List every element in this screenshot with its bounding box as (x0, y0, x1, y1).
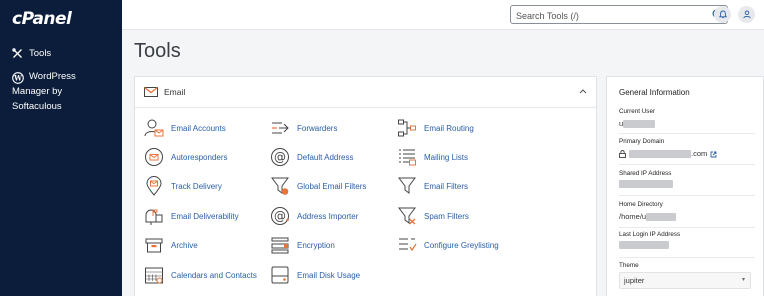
tool-label: Email Accounts (171, 123, 226, 133)
calendars-icon (145, 267, 163, 284)
forwarders-icon (272, 122, 289, 134)
top-bar (122, 0, 764, 30)
global-filters-icon (271, 177, 289, 195)
tool-spam-filters[interactable]: Spam Filters (396, 205, 469, 227)
tool-label: Calendars and Contacts (171, 270, 257, 280)
deliverability-icon (145, 209, 163, 225)
search-input[interactable] (511, 7, 701, 25)
email-section-header[interactable]: Email (135, 77, 596, 108)
email-routing-icon (398, 119, 416, 137)
tool-email-filters[interactable]: Email Filters (396, 175, 468, 197)
user-icon (742, 10, 751, 19)
tool-default-address[interactable]: @ Default Address (269, 146, 353, 168)
chevron-up-icon[interactable] (579, 88, 587, 94)
mailing-lists-icon (399, 149, 416, 166)
cpanel-logo[interactable]: cPanel (12, 9, 72, 29)
sidebar-item-label: Tools (29, 48, 52, 59)
tool-label: Configure Greylisting (424, 240, 499, 250)
tool-global-email-filters[interactable]: Global Email Filters (269, 175, 366, 197)
tool-label: Default Address (297, 152, 354, 162)
tool-calendars-and-contacts[interactable]: Calendars and Contacts (143, 264, 257, 286)
encryption-icon (271, 237, 289, 254)
tool-label: Mailing Lists (424, 152, 469, 162)
tool-label: Address Importer (297, 211, 359, 221)
tool-autoresponders[interactable]: Autoresponders (143, 146, 227, 168)
home-directory-value: /home/u (619, 211, 755, 223)
tool-label: Track Delivery (171, 181, 222, 191)
greylisting-icon (399, 238, 417, 252)
svg-text:@: @ (274, 150, 286, 164)
track-delivery-icon (146, 176, 162, 196)
tool-forwarders[interactable]: Forwarders (269, 117, 337, 139)
last-login-row: Last Login IP Address (619, 230, 755, 258)
lock-icon (619, 150, 626, 158)
last-login-value (619, 241, 755, 249)
tool-label: Forwarders (297, 123, 338, 133)
sidebar-item-tools[interactable]: Tools (12, 46, 51, 61)
notifications-button[interactable] (714, 6, 731, 23)
shared-ip-value (619, 180, 755, 188)
home-directory-row: Home Directory /home/u (619, 200, 755, 228)
theme-select[interactable]: jupiter ▾ (619, 272, 751, 289)
default-address-icon: @ (271, 148, 289, 166)
email-section: Email Email Accounts Autoresponders Trac… (134, 76, 597, 296)
tool-encryption[interactable]: Encryption (269, 234, 335, 256)
email-section-title: Email (164, 87, 186, 97)
tool-label: Encryption (297, 240, 335, 250)
user-menu-button[interactable] (738, 6, 755, 23)
tool-mailing-lists[interactable]: Mailing Lists (396, 146, 468, 168)
tool-label: Email Deliverability (171, 211, 239, 221)
theme-label: Theme (619, 262, 639, 269)
tool-label: Global Email Filters (297, 181, 367, 191)
shared-ip-row: Shared IP Address (619, 169, 755, 196)
disk-usage-icon (271, 266, 289, 284)
tool-track-delivery[interactable]: Track Delivery (143, 175, 222, 197)
email-filters-icon (398, 177, 416, 194)
tool-address-importer[interactable]: @ Address Importer (269, 205, 358, 227)
general-information-title: General Information (619, 88, 690, 97)
shared-ip-label: Shared IP Address (619, 170, 672, 177)
tool-archive[interactable]: Archive (143, 234, 198, 256)
spam-filters-icon (398, 207, 416, 225)
current-user-row: Current User u (619, 107, 755, 134)
tool-label: Archive (171, 240, 198, 250)
email-accounts-icon (144, 119, 164, 137)
general-information-panel: General Information Current User u Prima… (606, 76, 764, 296)
theme-value: jupiter (624, 276, 645, 285)
current-user-value: u (619, 118, 755, 130)
autoresponders-icon (145, 148, 163, 166)
email-envelope-icon (144, 87, 158, 97)
external-link-icon[interactable] (710, 151, 717, 158)
sidebar-item-label: WordPress Manager by Softaculous (12, 71, 76, 112)
tool-label: Autoresponders (171, 152, 228, 162)
archive-icon (145, 238, 163, 253)
primary-domain-label: Primary Domain (619, 138, 665, 145)
tools-icon (12, 48, 22, 58)
primary-domain-value: .com (619, 148, 755, 160)
address-importer-icon: @ (271, 207, 289, 225)
tool-email-accounts[interactable]: Email Accounts (143, 117, 226, 139)
last-login-label: Last Login IP Address (619, 231, 681, 238)
tool-configure-greylisting[interactable]: Configure Greylisting (396, 234, 499, 256)
page-title: Tools (134, 40, 181, 62)
sidebar: cPanel Tools W WordPress Manager by Soft… (0, 0, 122, 296)
tool-email-deliverability[interactable]: Email Deliverability (143, 205, 239, 227)
caret-down-icon: ▾ (741, 277, 745, 283)
search-box (510, 5, 728, 25)
wordpress-icon: W (12, 72, 24, 84)
tool-label: Email Routing (424, 123, 474, 133)
primary-domain-row: Primary Domain .com (619, 137, 755, 165)
home-directory-label: Home Directory (619, 201, 663, 208)
current-user-label: Current User (619, 108, 656, 115)
svg-text:@: @ (274, 209, 286, 223)
tool-label: Spam Filters (424, 211, 469, 221)
tool-label: Email Disk Usage (297, 270, 361, 280)
svg-text:W: W (13, 74, 22, 83)
tool-email-routing[interactable]: Email Routing (396, 117, 474, 139)
tool-label: Email Filters (424, 181, 469, 191)
tool-email-disk-usage[interactable]: Email Disk Usage (269, 264, 360, 286)
sidebar-item-wordpress-manager[interactable]: W WordPress Manager by Softaculous (12, 69, 112, 114)
bell-icon (718, 10, 727, 19)
